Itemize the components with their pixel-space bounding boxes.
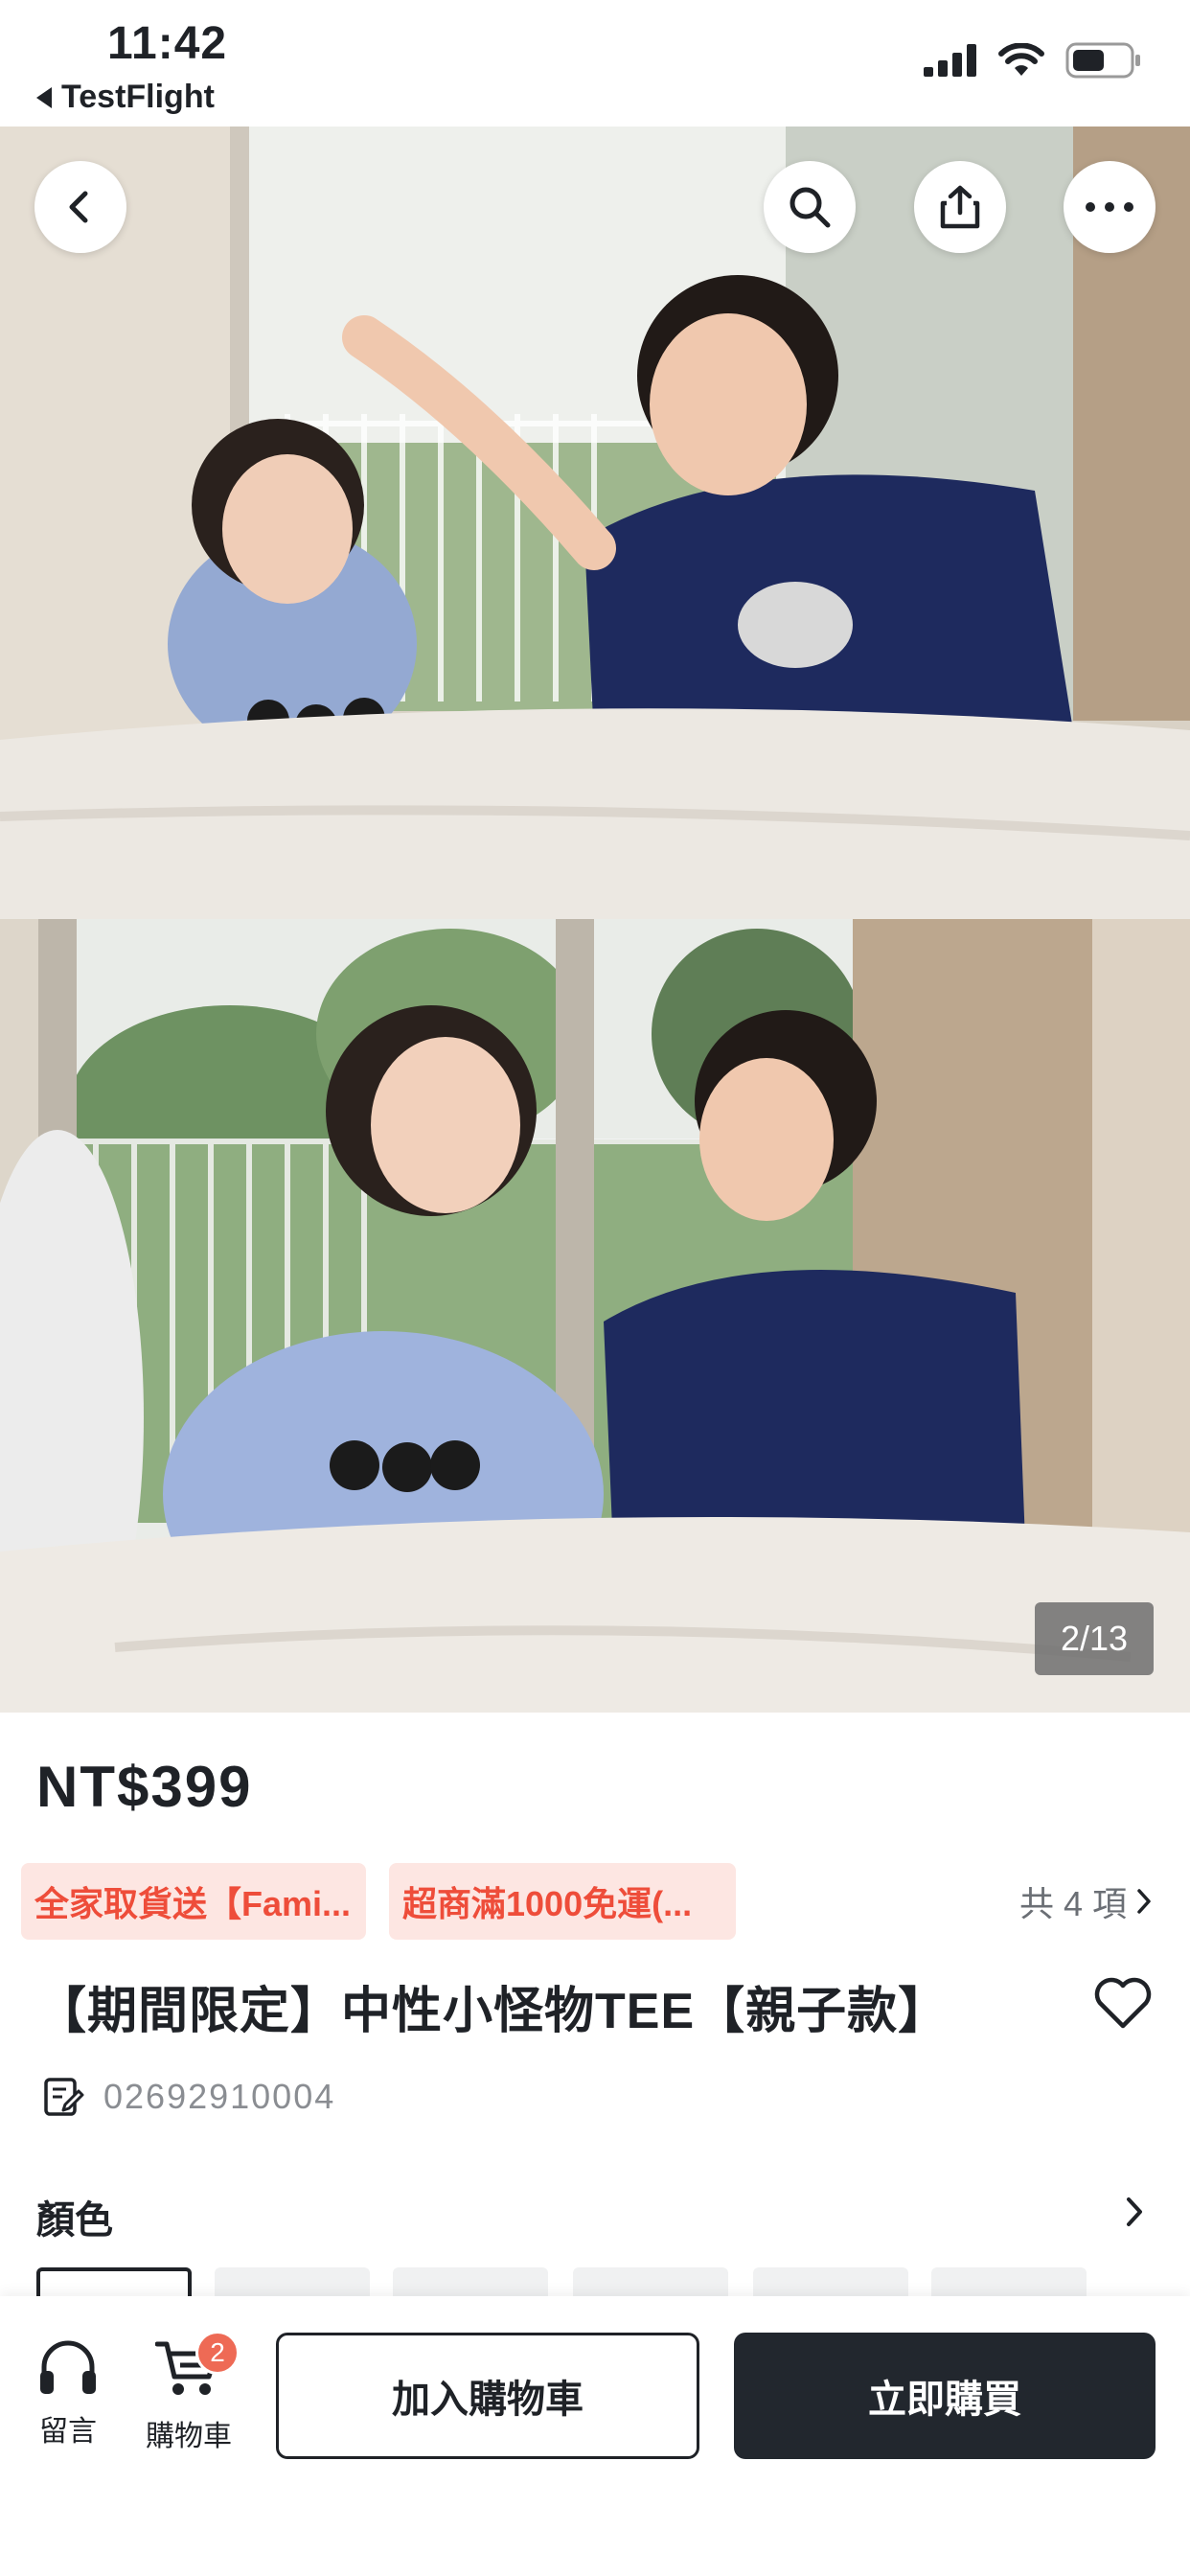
message-label: 留言: [39, 2416, 97, 2448]
color-swatch-row: [36, 2267, 1190, 2296]
more-icon: [1086, 202, 1133, 212]
search-button[interactable]: [764, 161, 856, 253]
color-swatch[interactable]: [36, 2267, 192, 2296]
color-swatch[interactable]: [215, 2267, 370, 2296]
color-swatch[interactable]: [393, 2267, 548, 2296]
product-photo-2: [0, 919, 1190, 1713]
cart-button[interactable]: 2 購物車: [146, 2331, 240, 2454]
buy-now-button[interactable]: 立即購買: [734, 2333, 1156, 2459]
add-to-cart-button[interactable]: 加入購物車: [276, 2333, 699, 2459]
edit-note-icon: [44, 2078, 84, 2116]
chevron-right-icon: [1137, 1889, 1151, 1914]
back-button[interactable]: [34, 161, 126, 253]
heart-icon: [1094, 1977, 1152, 2029]
product-photo-1-image: [0, 126, 1190, 919]
back-app-label: TestFlight: [61, 79, 215, 115]
color-swatch[interactable]: [931, 2267, 1087, 2296]
promo-count-link[interactable]: 共 4 項: [1019, 1876, 1154, 1926]
headset-icon: [40, 2340, 96, 2394]
status-time: 11:42: [107, 18, 228, 69]
sku-row: 02692910004: [42, 2076, 335, 2118]
message-button[interactable]: 留言: [36, 2338, 100, 2450]
wifi-icon: [998, 43, 1044, 76]
chevron-right-icon: [1127, 2197, 1142, 2226]
product-title: 【期間限定】中性小怪物TEE【親子款】: [36, 1984, 950, 2039]
back-icon: [69, 191, 88, 223]
page-indicator: 2/13: [1035, 1602, 1154, 1675]
product-photo-1: [0, 126, 1190, 919]
product-photo-2-image: [0, 919, 1190, 1713]
product-sku: 02692910004: [103, 2077, 336, 2116]
product-image-gallery[interactable]: 2/13: [0, 126, 1190, 1713]
color-swatch[interactable]: [753, 2267, 908, 2296]
cart-label: 購物車: [146, 2421, 232, 2452]
cart-icon-wrap: 2: [154, 2331, 240, 2403]
favorite-button[interactable]: [1092, 1974, 1154, 2035]
color-swatch[interactable]: [573, 2267, 728, 2296]
share-button[interactable]: [914, 161, 1006, 253]
signal-icon: [924, 44, 976, 77]
battery-icon: [1065, 42, 1140, 79]
color-section-expand[interactable]: [1123, 2195, 1146, 2234]
promo-tag-2[interactable]: 超商滿1000免運(...: [389, 1863, 736, 1940]
share-icon: [940, 185, 980, 229]
promo-count-label: 共 4 項: [1018, 1884, 1127, 1923]
promo-tag-1[interactable]: 全家取貨送【Fami...: [21, 1863, 366, 1940]
more-options-button[interactable]: [1064, 161, 1156, 253]
product-price: NT$399: [36, 1755, 253, 1819]
status-icons: [924, 42, 1142, 79]
search-icon: [790, 187, 831, 228]
status-bar: 11:42 TestFlight: [0, 0, 1190, 126]
back-to-app-link[interactable]: TestFlight: [36, 79, 215, 116]
color-section-label: 顏色: [36, 2199, 113, 2242]
cart-count-badge: 2: [195, 2331, 240, 2375]
back-triangle-icon: [36, 86, 52, 108]
bottom-action-bar: 留言 2 購物車 加入購物車 立即購買: [0, 2296, 1190, 2576]
